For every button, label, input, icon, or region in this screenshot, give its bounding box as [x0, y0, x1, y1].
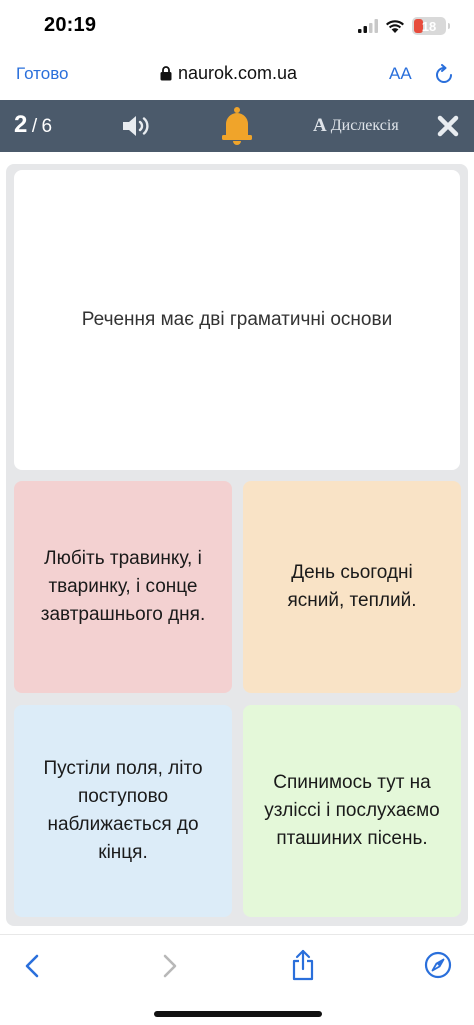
answer-option-2[interactable]: День сьогодні ясний, теплий.	[243, 481, 461, 693]
dyslexia-label: Дислексія	[330, 117, 399, 134]
answer-option-4[interactable]: Спинимось тут на узліссі і послухаємо пт…	[243, 705, 461, 917]
total-questions-number: 6	[41, 116, 53, 137]
question-text: Речення має дві граматичні основи	[81, 309, 393, 330]
done-button[interactable]: Готово	[16, 64, 69, 84]
share-icon[interactable]	[290, 949, 316, 981]
signal-icon	[358, 19, 378, 33]
status-icons: 18	[358, 16, 450, 36]
current-question-number: 2	[14, 111, 28, 138]
answer-option-text: Спинимось тут на узліссі і послухаємо пт…	[264, 772, 440, 849]
answer-option-1[interactable]: Любіть травинку, і тваринку, і сонце зав…	[14, 481, 232, 693]
dyslexia-glyph: A	[313, 115, 327, 136]
quiz-header: 2 / 6 A Дислексія	[0, 100, 474, 152]
text-size-button[interactable]: AA	[389, 64, 412, 84]
question-card: Речення має дві граматичні основи	[14, 170, 460, 470]
compass-icon[interactable]	[424, 951, 452, 979]
bell-icon[interactable]	[219, 106, 255, 146]
lock-icon	[160, 66, 172, 81]
close-icon[interactable]	[437, 115, 459, 137]
answer-option-text: Любіть травинку, і тваринку, і сонце зав…	[40, 548, 206, 625]
counter-separator: /	[31, 116, 38, 137]
question-counter: 2 / 6	[14, 111, 52, 139]
browser-toolbar: Готово naurok.com.ua AA	[0, 52, 474, 100]
answer-option-text: Пустіли поля, літо поступово наближаєтьс…	[43, 758, 203, 863]
answer-option-text: День сьогодні ясний, теплий.	[287, 562, 417, 611]
address-bar[interactable]: naurok.com.ua	[160, 63, 297, 84]
url-text: naurok.com.ua	[178, 63, 298, 83]
status-bar: 20:19 18	[0, 0, 474, 52]
battery-level: 18	[421, 18, 437, 34]
dyslexia-toggle[interactable]: A Дислексія	[313, 115, 399, 137]
sound-icon[interactable]	[121, 114, 153, 138]
wifi-icon	[386, 19, 404, 33]
battery-icon: 18	[412, 17, 450, 35]
answer-option-3[interactable]: Пустіли поля, літо поступово наближаєтьс…	[14, 705, 232, 917]
home-indicator	[154, 1011, 322, 1017]
reload-icon[interactable]	[433, 64, 455, 86]
forward-icon[interactable]	[160, 953, 180, 979]
status-time: 20:19	[44, 14, 97, 36]
back-icon[interactable]	[22, 953, 42, 979]
